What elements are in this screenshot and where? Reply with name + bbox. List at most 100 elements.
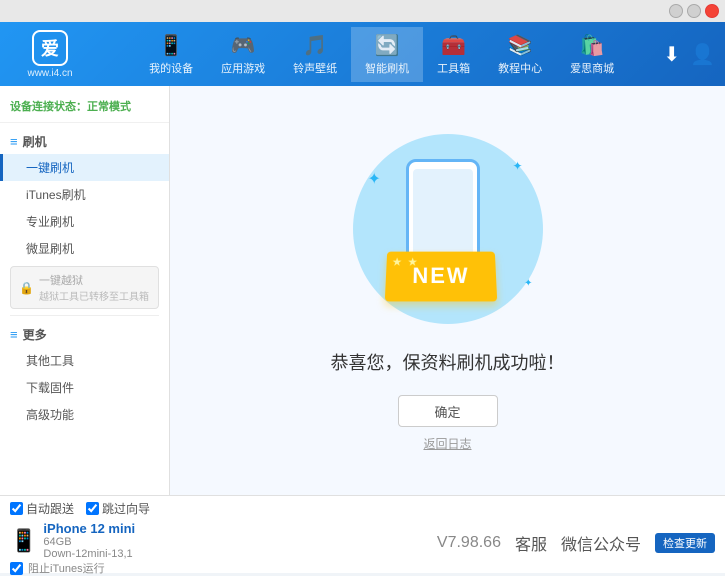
smart-flash-icon: 🔄 — [375, 33, 400, 58]
nav-apps-games-label: 应用游戏 — [221, 60, 265, 76]
sidebar-item-download-firmware[interactable]: 下载固件 — [0, 374, 169, 401]
device-row: 📱 iPhone 12 mini 64GB Down-12mini-13,1 V… — [10, 521, 715, 560]
auto-follow-input[interactable] — [10, 502, 23, 515]
itunes-notice-checkbox[interactable] — [10, 562, 23, 575]
checkboxes-row: 自动跟送 跳过向导 — [10, 500, 715, 517]
skip-guide-checkbox[interactable]: 跳过向导 — [86, 500, 150, 517]
check-update-label: 检查更新 — [663, 538, 707, 550]
apps-games-icon: 🎮 — [231, 33, 256, 58]
more-section-label: 更多 — [23, 326, 47, 343]
version-label: V7.98.66 — [437, 534, 501, 552]
one-click-flash-label: 一键刷机 — [26, 161, 74, 175]
locked-sub: 越狱工具已转移至工具箱 — [39, 288, 149, 303]
skip-guide-input[interactable] — [86, 502, 99, 515]
sparkle-bottom-right-icon: ✦ — [524, 278, 532, 289]
confirm-button[interactable]: 确定 — [398, 395, 498, 427]
nav-tutorial[interactable]: 📚 教程中心 — [484, 27, 556, 82]
itunes-flash-label: iTunes刷机 — [26, 188, 86, 202]
sparkle-top-right-icon: ✦ — [512, 159, 522, 173]
nav-apps-games[interactable]: 🎮 应用游戏 — [207, 27, 279, 82]
sidebar-item-advanced[interactable]: 高级功能 — [0, 401, 169, 428]
more-section-header: ≡ 更多 — [0, 322, 169, 347]
more-section-icon: ≡ — [10, 327, 18, 342]
restore-button[interactable] — [687, 4, 701, 18]
logo[interactable]: 爱 www.i4.cn — [10, 30, 90, 79]
nav-tutorial-label: 教程中心 — [498, 60, 542, 76]
new-banner: ★ ★ NEW — [386, 251, 496, 301]
device-name: iPhone 12 mini — [43, 521, 135, 536]
nav-toolbox[interactable]: 🧰 工具箱 — [423, 27, 484, 82]
footer-right: V7.98.66 客服 微信公众号 检查更新 — [437, 521, 715, 555]
content-area: ✦ ✦ ✦ ★ ★ NEW 恭喜您，保资料刷机成功啦！ 确定 返回日志 — [170, 86, 725, 495]
auto-follow-checkbox[interactable]: 自动跟送 — [10, 500, 74, 517]
bottom-bar: 自动跟送 跳过向导 📱 iPhone 12 mini 64GB Down-12m… — [0, 495, 725, 573]
device-details: iPhone 12 mini 64GB Down-12mini-13,1 — [43, 521, 135, 560]
ipsw-flash-label: 微显刷机 — [26, 242, 74, 256]
device-info: 📱 iPhone 12 mini 64GB Down-12mini-13,1 — [10, 521, 135, 560]
locked-label: 一键越狱 — [39, 272, 149, 288]
nav-mall[interactable]: 🛍️ 爱思商城 — [556, 27, 628, 82]
check-update-button[interactable]: 检查更新 — [655, 533, 715, 553]
download-firmware-label: 下载固件 — [26, 381, 74, 395]
sparkle-top-left-icon: ✦ — [368, 169, 381, 189]
banner-stars: ★ ★ — [392, 257, 419, 268]
status-value: 正常模式 — [87, 101, 131, 113]
header: 爱 www.i4.cn 📱 我的设备 🎮 应用游戏 🎵 铃声壁纸 🔄 智能刷机 … — [0, 22, 725, 86]
toolbox-icon: 🧰 — [441, 33, 466, 58]
flash-section-icon: ≡ — [10, 134, 18, 149]
itunes-notice: 阻止iTunes运行 — [10, 560, 715, 576]
new-badge-text: NEW — [411, 263, 469, 289]
flash-section-header: ≡ 刷机 — [0, 129, 169, 154]
banner-shape: ★ ★ NEW — [384, 252, 496, 302]
device-icon: 📱 — [10, 528, 37, 554]
nav-bar: 📱 我的设备 🎮 应用游戏 🎵 铃声壁纸 🔄 智能刷机 🧰 工具箱 📚 教程中心… — [100, 27, 663, 82]
user-icon[interactable]: 👤 — [690, 42, 715, 67]
title-bar — [0, 0, 725, 22]
close-button[interactable] — [705, 4, 719, 18]
advanced-label: 高级功能 — [26, 408, 74, 422]
device-model: Down-12mini-13,1 — [43, 548, 135, 560]
success-message: 恭喜您，保资料刷机成功啦！ — [331, 349, 565, 375]
mall-icon: 🛍️ — [580, 33, 605, 58]
flash-section-label: 刷机 — [23, 133, 47, 150]
nav-mall-label: 爱思商城 — [570, 60, 614, 76]
tutorial-icon: 📚 — [508, 33, 533, 58]
lock-icon: 🔒 — [19, 281, 34, 295]
device-storage: 64GB — [43, 536, 135, 548]
nav-my-device-label: 我的设备 — [149, 60, 193, 76]
header-right: ⬇ 👤 — [663, 42, 715, 67]
nav-my-device[interactable]: 📱 我的设备 — [135, 27, 207, 82]
my-device-icon: 📱 — [159, 33, 184, 58]
download-icon[interactable]: ⬇ — [663, 42, 680, 67]
nav-smart-flash-label: 智能刷机 — [365, 60, 409, 76]
logo-icon: 爱 — [32, 30, 68, 66]
pro-flash-label: 专业刷机 — [26, 215, 74, 229]
nav-toolbox-label: 工具箱 — [437, 60, 470, 76]
back-link[interactable]: 返回日志 — [423, 435, 471, 452]
nav-ringtones-label: 铃声壁纸 — [293, 60, 337, 76]
nav-smart-flash[interactable]: 🔄 智能刷机 — [351, 27, 423, 82]
wechat-link[interactable]: 微信公众号 — [561, 531, 641, 555]
sidebar: 设备连接状态：正常模式 ≡ 刷机 一键刷机 iTunes刷机 专业刷机 微显刷机… — [0, 86, 170, 495]
confirm-button-label: 确定 — [434, 402, 460, 421]
auto-follow-label: 自动跟送 — [26, 500, 74, 517]
sidebar-item-ipsw-flash[interactable]: 微显刷机 — [0, 235, 169, 262]
minimize-button[interactable] — [669, 4, 683, 18]
sidebar-item-one-click-flash[interactable]: 一键刷机 — [0, 154, 169, 181]
locked-jailbreak-box: 🔒 一键越狱 越狱工具已转移至工具箱 — [10, 266, 159, 309]
sidebar-item-pro-flash[interactable]: 专业刷机 — [0, 208, 169, 235]
device-storage-value: 64GB — [43, 536, 71, 548]
customer-service-link[interactable]: 客服 — [515, 531, 547, 555]
sidebar-divider — [10, 315, 159, 316]
nav-ringtones[interactable]: 🎵 铃声壁纸 — [279, 27, 351, 82]
device-status: 设备连接状态：正常模式 — [0, 94, 169, 123]
sidebar-item-other-tools[interactable]: 其他工具 — [0, 347, 169, 374]
ringtones-icon: 🎵 — [303, 33, 328, 58]
status-label: 设备连接状态： — [10, 101, 87, 113]
other-tools-label: 其他工具 — [26, 354, 74, 368]
skip-guide-label: 跳过向导 — [102, 500, 150, 517]
phone-illustration: ✦ ✦ ✦ ★ ★ NEW — [348, 129, 548, 329]
main-container: 设备连接状态：正常模式 ≡ 刷机 一键刷机 iTunes刷机 专业刷机 微显刷机… — [0, 86, 725, 495]
sidebar-item-itunes-flash[interactable]: iTunes刷机 — [0, 181, 169, 208]
itunes-notice-label: 阻止iTunes运行 — [28, 560, 105, 576]
